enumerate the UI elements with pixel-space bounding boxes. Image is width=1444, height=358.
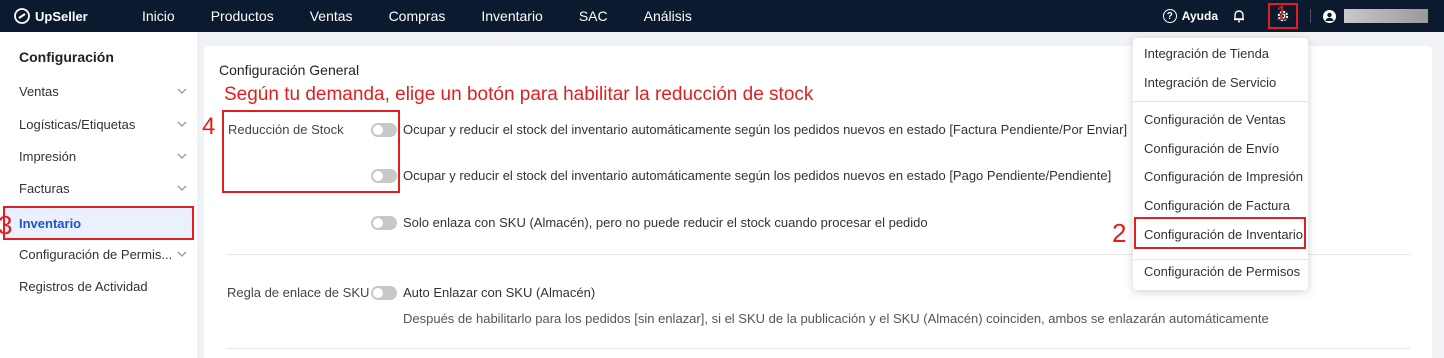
menu-item-store-integration[interactable]: Integración de Tienda bbox=[1144, 46, 1269, 61]
chevron-down-icon bbox=[177, 185, 187, 191]
sidebar-item-label: Registros de Actividad bbox=[19, 278, 148, 294]
annotation-hint: Según tu demanda, elige un botón para ha… bbox=[224, 84, 814, 105]
step-marker-2: 2 bbox=[1112, 218, 1127, 248]
sidebar-item-label: Facturas bbox=[19, 180, 70, 196]
bell-icon[interactable] bbox=[1232, 9, 1246, 23]
brand-name: UpSeller bbox=[35, 8, 88, 24]
page-title: Configuración General bbox=[219, 62, 360, 78]
step-marker-1: 1 bbox=[1276, 3, 1288, 25]
chevron-down-icon bbox=[177, 251, 187, 257]
sidebar-item-facturas[interactable]: Facturas bbox=[0, 173, 197, 203]
chevron-down-icon bbox=[177, 153, 187, 159]
sku-auto-link-toggle[interactable] bbox=[371, 286, 397, 300]
nav-productos[interactable]: Productos bbox=[211, 8, 274, 24]
sidebar-item-permisos[interactable]: Configuración de Permis... bbox=[0, 239, 197, 269]
nav-compras[interactable]: Compras bbox=[389, 8, 446, 24]
nav-sac[interactable]: SAC bbox=[579, 8, 608, 24]
menu-divider bbox=[1133, 101, 1308, 102]
stock-reduction-label: Reducción de Stock bbox=[228, 122, 344, 137]
stock-option-payment-pending: Ocupar y reducir el stock del inventario… bbox=[403, 168, 1112, 183]
help-icon: ? bbox=[1162, 9, 1177, 23]
chevron-down-icon bbox=[177, 121, 187, 127]
brand-logo[interactable]: UpSeller bbox=[14, 8, 124, 24]
sidebar-item-impresion[interactable]: Impresión bbox=[0, 141, 197, 171]
sidebar-item-label: Ventas bbox=[19, 83, 59, 99]
stock-option-link-only: Solo enlaza con SKU (Almacén), pero no p… bbox=[403, 215, 928, 230]
upseller-logo-icon bbox=[14, 8, 30, 24]
sidebar-title: Configuración bbox=[19, 49, 114, 65]
settings-sidebar: Configuración Ventas Logísticas/Etiqueta… bbox=[0, 32, 197, 358]
help-button[interactable]: ? Ayuda bbox=[1162, 9, 1218, 23]
stock-option-invoice-pending: Ocupar y reducir el stock del inventario… bbox=[403, 122, 1128, 137]
nav-ventas[interactable]: Ventas bbox=[310, 8, 353, 24]
stock-toggle-payment-pending[interactable] bbox=[371, 169, 397, 183]
stock-toggle-link-only[interactable] bbox=[371, 216, 397, 230]
chevron-down-icon bbox=[177, 88, 187, 94]
top-navigation-bar: UpSeller Inicio Productos Ventas Compras… bbox=[0, 0, 1444, 32]
username-redacted[interactable] bbox=[1344, 9, 1428, 23]
step-marker-4: 4 bbox=[202, 113, 216, 140]
menu-item-permissions-settings[interactable]: Configuración de Permisos bbox=[1144, 264, 1300, 279]
user-icon[interactable] bbox=[1323, 9, 1336, 23]
menu-item-invoice-settings[interactable]: Configuración de Factura bbox=[1144, 198, 1290, 213]
settings-dropdown-menu: Integración de Tienda Integración de Ser… bbox=[1133, 38, 1308, 290]
sidebar-item-label: Impresión bbox=[19, 148, 77, 164]
topbar-actions: ? Ayuda bbox=[1162, 0, 1444, 32]
sku-rule-label: Regla de enlace de SKU bbox=[227, 285, 370, 300]
sidebar-item-inventario[interactable]: Inventario bbox=[3, 206, 194, 240]
nav-inventario[interactable]: Inventario bbox=[481, 8, 542, 24]
nav-analisis[interactable]: Análisis bbox=[644, 8, 692, 24]
menu-item-service-integration[interactable]: Integración de Servicio bbox=[1144, 75, 1276, 90]
main-nav: Inicio Productos Ventas Compras Inventar… bbox=[124, 8, 728, 24]
menu-item-shipping-settings[interactable]: Configuración de Envío bbox=[1144, 141, 1279, 156]
nav-inicio[interactable]: Inicio bbox=[142, 8, 175, 24]
menu-item-inventory-settings[interactable]: Configuración de Inventario bbox=[1144, 227, 1303, 242]
section-divider bbox=[226, 348, 1410, 349]
stock-toggle-invoice-pending[interactable] bbox=[371, 123, 397, 137]
sku-auto-link-option: Auto Enlazar con SKU (Almacén) bbox=[403, 285, 596, 300]
help-label: Ayuda bbox=[1181, 9, 1218, 23]
sidebar-item-logisticas[interactable]: Logísticas/Etiquetas bbox=[0, 109, 197, 139]
sidebar-item-label: Logísticas/Etiquetas bbox=[19, 116, 136, 132]
sidebar-item-label: Configuración de Permis... bbox=[19, 246, 173, 262]
topbar-divider bbox=[1310, 9, 1311, 23]
menu-item-sales-settings[interactable]: Configuración de Ventas bbox=[1144, 112, 1286, 127]
sidebar-item-label: Inventario bbox=[19, 215, 82, 231]
sidebar-item-ventas[interactable]: Ventas bbox=[0, 76, 197, 106]
step-marker-3: 3 bbox=[0, 210, 13, 240]
menu-item-print-settings[interactable]: Configuración de Impresión bbox=[1144, 169, 1303, 184]
sidebar-item-registros[interactable]: Registros de Actividad bbox=[0, 271, 197, 301]
menu-divider bbox=[1133, 259, 1308, 260]
sku-auto-link-description: Después de habilitarlo para los pedidos … bbox=[403, 311, 1269, 326]
